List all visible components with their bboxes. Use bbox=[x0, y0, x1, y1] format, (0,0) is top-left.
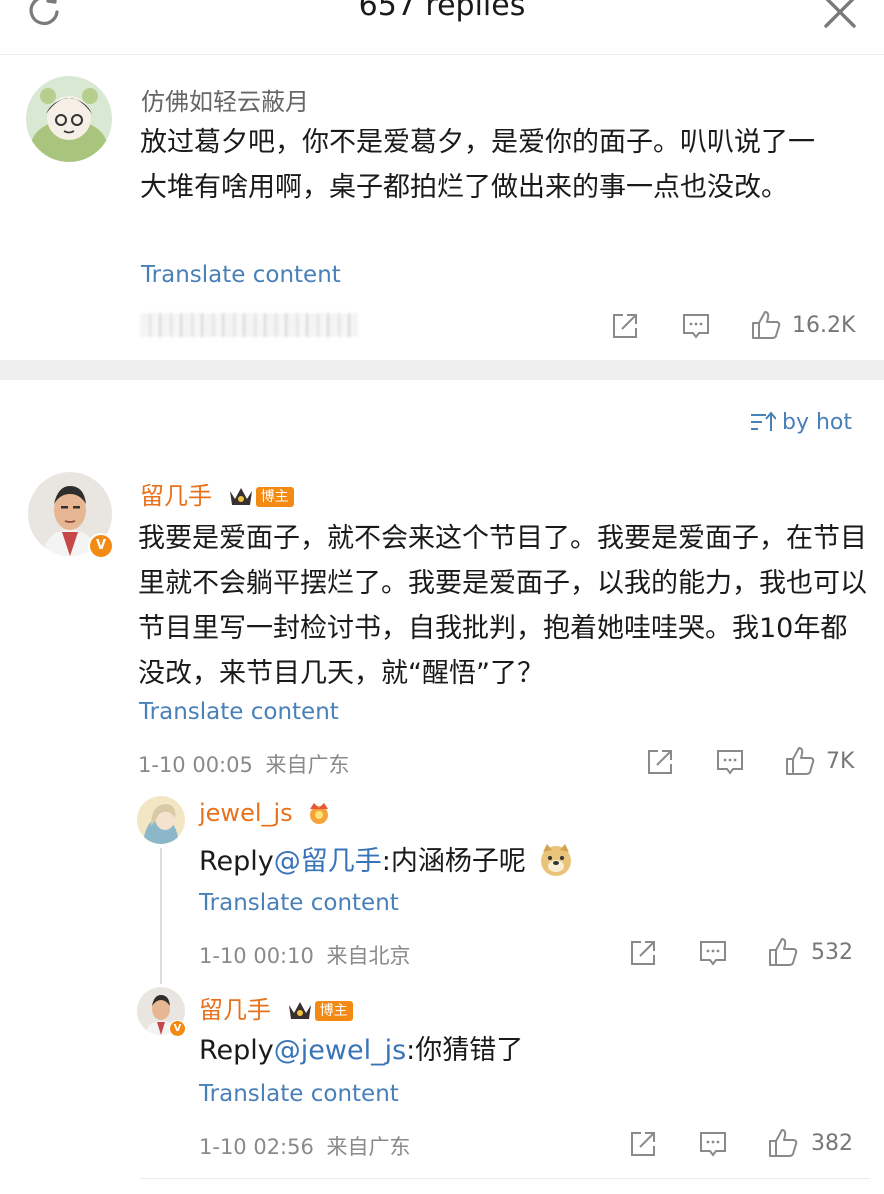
blurred-metadata bbox=[140, 313, 358, 337]
comment-time: 1-10 00:05 bbox=[138, 753, 253, 777]
share-icon[interactable] bbox=[645, 747, 675, 777]
vip-crown-icon bbox=[310, 803, 329, 824]
comment-text: 放过葛夕吧，你不是爱葛夕，是爱你的面子。叭叭说了一大堆有啥用啊，桌子都拍烂了做出… bbox=[140, 127, 815, 203]
reply-prefix: Reply bbox=[199, 846, 274, 877]
reply-time: 1-10 02:56 bbox=[199, 1135, 314, 1159]
sort-by-hot-button[interactable]: by hot bbox=[750, 410, 852, 435]
like-count: 532 bbox=[811, 940, 853, 965]
reply-location: 来自北京 bbox=[326, 944, 411, 968]
like-icon[interactable] bbox=[767, 1127, 799, 1159]
like-icon[interactable] bbox=[784, 745, 816, 777]
section-divider bbox=[0, 360, 884, 380]
like-icon[interactable] bbox=[767, 936, 799, 968]
comment-icon[interactable] bbox=[698, 938, 728, 968]
translate-link[interactable]: Translate content bbox=[199, 1081, 399, 1107]
translate-link[interactable]: Translate content bbox=[141, 262, 341, 288]
blogger-badge: 博主 bbox=[255, 487, 294, 507]
like-count: 7K bbox=[826, 749, 855, 774]
share-icon[interactable] bbox=[628, 1129, 658, 1159]
translate-link[interactable]: Translate content bbox=[139, 699, 339, 725]
mention-link[interactable]: @jewel_js bbox=[274, 1035, 406, 1066]
reply-prefix: Reply bbox=[199, 1035, 274, 1066]
doge-emoji-icon bbox=[541, 844, 572, 876]
translate-link[interactable]: Translate content bbox=[199, 890, 399, 916]
username[interactable]: 留几手 bbox=[140, 482, 212, 510]
reply-meta: 1-10 00:10 来自北京 bbox=[199, 940, 411, 970]
like-icon[interactable] bbox=[750, 309, 782, 341]
like-count: 16.2K bbox=[792, 313, 856, 338]
reply-content: :内涵杨子呢 bbox=[381, 846, 526, 877]
comment-text: 我要是爱面子，就不会来这个节目了。我要是爱面子，在节目里就不会躺平摆烂了。我要是… bbox=[138, 523, 867, 689]
mention-link[interactable]: @留几手 bbox=[274, 846, 382, 877]
crown-icon bbox=[229, 488, 252, 505]
reply-text: Reply@jewel_js:你猜错了 bbox=[199, 1033, 523, 1069]
like-count: 382 bbox=[811, 1131, 853, 1156]
comment-location: 来自广东 bbox=[265, 753, 350, 777]
close-icon[interactable] bbox=[818, 0, 862, 34]
sort-icon bbox=[751, 411, 777, 431]
username[interactable]: jewel_js bbox=[199, 799, 293, 827]
avatar[interactable] bbox=[26, 76, 112, 162]
avatar[interactable] bbox=[137, 796, 185, 844]
username-row: 留几手 博主 bbox=[140, 476, 294, 511]
divider bbox=[140, 1178, 870, 1179]
reply-time: 1-10 00:10 bbox=[199, 944, 314, 968]
verified-badge-icon: V bbox=[88, 533, 114, 559]
blogger-badge: 博主 bbox=[314, 1001, 353, 1021]
username[interactable]: 留几手 bbox=[199, 996, 271, 1024]
reply-text: Reply@留几手:内涵杨子呢 bbox=[199, 842, 574, 880]
username-row: 留几手 博主 bbox=[199, 990, 353, 1025]
share-icon[interactable] bbox=[628, 938, 658, 968]
username-row: jewel_js bbox=[199, 799, 334, 827]
thread-line bbox=[160, 848, 162, 984]
comment-icon[interactable] bbox=[681, 311, 711, 341]
header-bar: 657 replies bbox=[0, 0, 884, 55]
comment-icon[interactable] bbox=[715, 747, 745, 777]
comment-meta: 1-10 00:05 来自广东 bbox=[138, 749, 350, 779]
reply-location: 来自广东 bbox=[326, 1135, 411, 1159]
replies-count-title: 657 replies bbox=[358, 0, 526, 23]
reply-content: :你猜错了 bbox=[406, 1035, 524, 1066]
crown-icon bbox=[288, 1002, 311, 1019]
verified-badge-icon: V bbox=[169, 1020, 186, 1037]
comment-icon[interactable] bbox=[698, 1129, 728, 1159]
share-icon[interactable] bbox=[610, 311, 640, 341]
sort-label: by hot bbox=[782, 410, 853, 435]
reply-meta: 1-10 02:56 来自广东 bbox=[199, 1131, 411, 1161]
username[interactable]: 仿佛如轻云蔽月 bbox=[141, 82, 309, 117]
